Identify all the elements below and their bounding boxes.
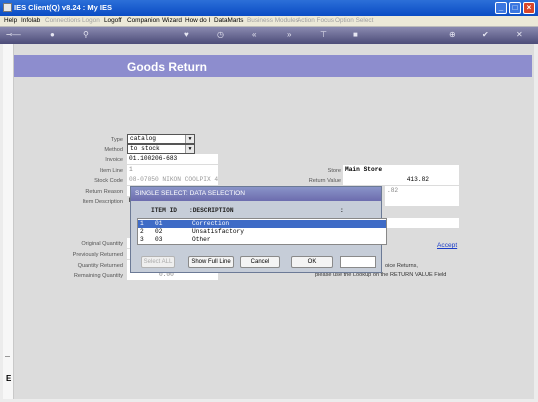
select-all-button[interactable]: Select ALL [141, 256, 175, 268]
divider [5, 356, 10, 357]
type-label: Type [110, 137, 123, 143]
heart-icon[interactable]: ♥ [184, 30, 189, 39]
side-panel: E [3, 44, 14, 399]
previously-returned-label: Previously Returned [72, 252, 123, 258]
type-value: catalog [130, 135, 156, 142]
return-value-label: Return Value [308, 178, 341, 184]
cancel-button[interactable]: Cancel [240, 256, 280, 268]
menu-bar: Help Infolab Connections Logon Logoff Co… [0, 16, 538, 27]
show-full-line-button[interactable]: Show Full Line [188, 256, 234, 268]
hint-text-1: oice Returns, [385, 263, 418, 269]
toolbar: ⊸— ● ⚲ ♥ ◷ « » ⊤ ■ ⊕ ✔ ✕ [0, 27, 538, 44]
app-icon [3, 3, 12, 12]
menu-option-select[interactable]: Option Select [335, 17, 373, 24]
close-icon[interactable]: ✕ [516, 30, 523, 39]
menu-business-modules[interactable]: Business Modules [247, 17, 299, 24]
menu-logon[interactable]: Logon [82, 17, 100, 24]
maximize-button[interactable]: □ [509, 2, 521, 14]
rewind-icon[interactable]: « [252, 30, 256, 39]
menu-infolab[interactable]: Infolab [21, 17, 40, 24]
side-panel-icon[interactable]: E [6, 374, 11, 383]
check-icon[interactable]: ✔ [482, 30, 489, 39]
ok-button[interactable]: OK [291, 256, 333, 268]
row-number: 2 [140, 228, 144, 235]
pin-icon[interactable]: ⊤ [320, 30, 327, 39]
menu-datamarts[interactable]: DataMarts [214, 17, 243, 24]
window-title: IES Client(Q) v8.24 : My IES [14, 3, 112, 12]
return-reason-label: Return Reason [85, 189, 123, 195]
item-description-label: Item Description [82, 199, 123, 205]
minimize-button[interactable]: _ [495, 2, 507, 14]
right-field-4 [385, 218, 459, 228]
accept-link[interactable]: Accept [437, 242, 457, 249]
item-line-field[interactable]: 1 [127, 165, 218, 175]
page-banner: Goods Return [14, 55, 532, 77]
invoice-label: Invoice [105, 157, 123, 163]
list-item[interactable]: 1 01 Correction [138, 220, 386, 228]
store-field: Main Store [343, 165, 459, 175]
plus-icon[interactable]: ⊕ [449, 30, 456, 39]
item-line-label: Item Line [99, 168, 123, 174]
row-description: Correction [192, 220, 230, 227]
remaining-quantity-label: Remaining Quantity [73, 273, 123, 279]
data-selection-dialog: SINGLE SELECT: DATA SELECTION ITEM ID :D… [130, 186, 387, 273]
box-icon[interactable]: ■ [353, 30, 358, 39]
chevron-down-icon[interactable]: ▼ [185, 135, 194, 143]
help-icon[interactable]: ● [50, 30, 55, 39]
original-quantity-label: Original Quantity [81, 241, 123, 247]
menu-help[interactable]: Help [4, 17, 17, 24]
clock-icon[interactable]: ◷ [217, 30, 224, 39]
row-number: 1 [140, 220, 144, 227]
column-header-item-id: ITEM ID [151, 207, 177, 214]
stock-code-field[interactable]: 08-07050 NIKON COOLPIX 4? [127, 175, 218, 185]
list-item[interactable]: 3 03 Other [138, 236, 386, 244]
partial-value-field: .82 [385, 186, 459, 196]
search-icon[interactable]: ⚲ [83, 30, 89, 39]
column-header-description: :DESCRIPTION [189, 207, 234, 214]
method-value: to stock [130, 145, 160, 152]
invoice-field[interactable]: 01.100206-683 [127, 154, 218, 164]
menu-how-do-i[interactable]: How do I [185, 17, 210, 24]
menu-connections[interactable]: Connections [45, 17, 81, 24]
stock-code-label: Stock Code [94, 178, 123, 184]
fast-forward-icon[interactable]: » [287, 30, 291, 39]
method-select[interactable]: to stock ▼ [127, 144, 195, 154]
menu-companion[interactable]: Companion [127, 17, 160, 24]
right-field-3 [385, 196, 459, 206]
return-value-field[interactable]: 413.82 [343, 175, 459, 185]
menu-action-focus[interactable]: Action Focus [297, 17, 334, 24]
row-number: 3 [140, 236, 144, 243]
method-label: Method [104, 147, 123, 153]
key-icon[interactable]: ⊸— [6, 30, 21, 39]
row-id: 01 [155, 220, 163, 227]
close-window-button[interactable]: × [523, 2, 535, 14]
row-id: 02 [155, 228, 163, 235]
filter-input[interactable] [340, 256, 376, 268]
row-description: Other [192, 236, 211, 243]
selection-list[interactable]: 1 01 Correction 2 02 Unsatisfactory 3 03… [137, 218, 387, 245]
column-header-extra: : [340, 207, 344, 214]
title-bar: IES Client(Q) v8.24 : My IES _ □ × [0, 0, 538, 16]
dialog-title: SINGLE SELECT: DATA SELECTION [131, 187, 381, 201]
menu-wizard[interactable]: Wizard [162, 17, 182, 24]
row-description: Unsatisfactory [192, 228, 244, 235]
type-select[interactable]: catalog ▼ [127, 134, 195, 144]
row-id: 03 [155, 236, 163, 243]
quantity-returned-label: Quantity Returned [77, 263, 123, 269]
list-item[interactable]: 2 02 Unsatisfactory [138, 228, 386, 236]
menu-logoff[interactable]: Logoff [104, 17, 122, 24]
chevron-down-icon[interactable]: ▼ [185, 145, 194, 153]
page-title: Goods Return [127, 60, 207, 74]
store-label: Store [327, 168, 341, 174]
